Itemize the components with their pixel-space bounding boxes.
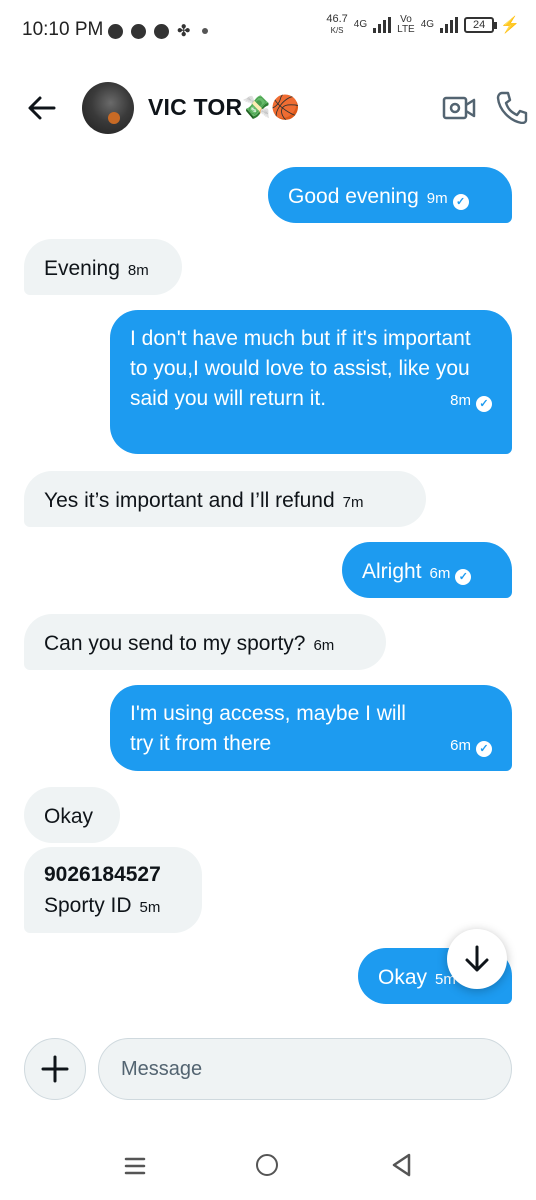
message-text: Can you send to my sporty?: [44, 632, 306, 655]
contact-name[interactable]: VIC TOR💸🏀: [148, 94, 300, 121]
sim2-network-type: 4G: [420, 19, 435, 30]
back-arrow-icon[interactable]: [24, 90, 60, 126]
message-time: 6m: [313, 637, 335, 654]
message-bubble-incoming[interactable]: Yes it’s important and I’ll refund 7m: [24, 471, 426, 527]
system-navigation-bar: [0, 1130, 536, 1200]
message-time: 6m: [429, 565, 451, 582]
message-bubble-outgoing[interactable]: I don't have much but if it's important …: [110, 310, 512, 454]
message-bubble-incoming[interactable]: Okay: [24, 787, 120, 843]
read-check-icon: ✓: [452, 194, 469, 210]
volte-label-bottom: LTE: [397, 24, 415, 35]
recent-apps-icon[interactable]: [124, 1156, 146, 1176]
scroll-to-bottom-button[interactable]: [447, 929, 507, 989]
read-check-icon: ✓: [476, 396, 492, 412]
avatar[interactable]: [82, 82, 134, 134]
system-back-icon[interactable]: [390, 1152, 412, 1178]
message-bubble-outgoing[interactable]: Good evening 9m ✓: [268, 167, 512, 223]
message-bubble-outgoing[interactable]: Alright 6m ✓: [342, 542, 512, 598]
message-text: Sporty ID: [44, 894, 132, 917]
signal-bars-2-icon: [440, 17, 459, 33]
network-speed: 46.7 K/S: [326, 14, 347, 36]
system-status-icons: 46.7 K/S 4G Vo LTE 4G 24 ⚡: [326, 14, 520, 36]
charging-icon: ⚡: [500, 17, 520, 34]
message-time: 8m: [127, 262, 149, 279]
phone-call-icon[interactable]: [496, 90, 528, 124]
message-bubble-incoming[interactable]: Evening 8m: [24, 239, 182, 295]
message-time: 6m: [450, 737, 471, 754]
message-time: 5m: [139, 899, 161, 916]
video-call-icon[interactable]: [442, 94, 476, 122]
status-time: 10:10 PM: [22, 19, 104, 40]
volte-label: Vo LTE: [397, 15, 415, 35]
message-bubble-incoming[interactable]: Can you send to my sporty? 6m: [24, 614, 386, 670]
message-text: Evening: [44, 257, 120, 280]
fan-notification-icon: ✤: [177, 23, 191, 40]
message-text: Yes it’s important and I’ll refund: [44, 489, 335, 512]
signal-bars-icon: [373, 17, 392, 33]
message-input[interactable]: [98, 1038, 512, 1100]
add-attachment-button[interactable]: [24, 1038, 86, 1100]
read-check-icon: ✓: [455, 569, 472, 585]
more-notifications-dot-icon: [202, 28, 209, 34]
message-bubble-outgoing[interactable]: I'm using access, maybe I will try it fr…: [110, 685, 512, 771]
arrow-down-icon: [465, 945, 489, 972]
plus-icon: [41, 1055, 69, 1083]
read-check-icon: ✓: [476, 741, 492, 757]
chat-notification-icon: [108, 23, 123, 39]
message-time: 9m: [426, 190, 448, 207]
message-time: 8m: [450, 392, 471, 409]
battery-level: 24: [472, 19, 486, 31]
status-bar: 10:10 PM ✤ 46.7 K/S 4G Vo LTE 4G 24 ⚡: [0, 0, 536, 62]
notification-icons: ✤: [108, 21, 209, 41]
message-text: Okay: [378, 966, 428, 989]
message-text: Good evening: [288, 185, 419, 208]
message-text: Alright: [362, 560, 422, 583]
battery-icon: 24: [464, 17, 498, 33]
conversation-header: VIC TOR💸🏀: [0, 62, 536, 156]
whatsapp-notification-icon: [154, 23, 169, 39]
message-text: Okay: [44, 805, 94, 828]
sporty-id-number: 9026184527: [44, 863, 161, 886]
sim1-network-type: 4G: [353, 19, 368, 30]
message-time: 7m: [342, 494, 364, 511]
network-speed-unit: K/S: [330, 26, 344, 35]
message-bubble-incoming[interactable]: 9026184527 Sporty ID 5m: [24, 847, 202, 933]
network-speed-value: 46.7: [326, 13, 348, 25]
messenger-notification-icon: [131, 23, 146, 39]
home-icon[interactable]: [256, 1154, 278, 1176]
